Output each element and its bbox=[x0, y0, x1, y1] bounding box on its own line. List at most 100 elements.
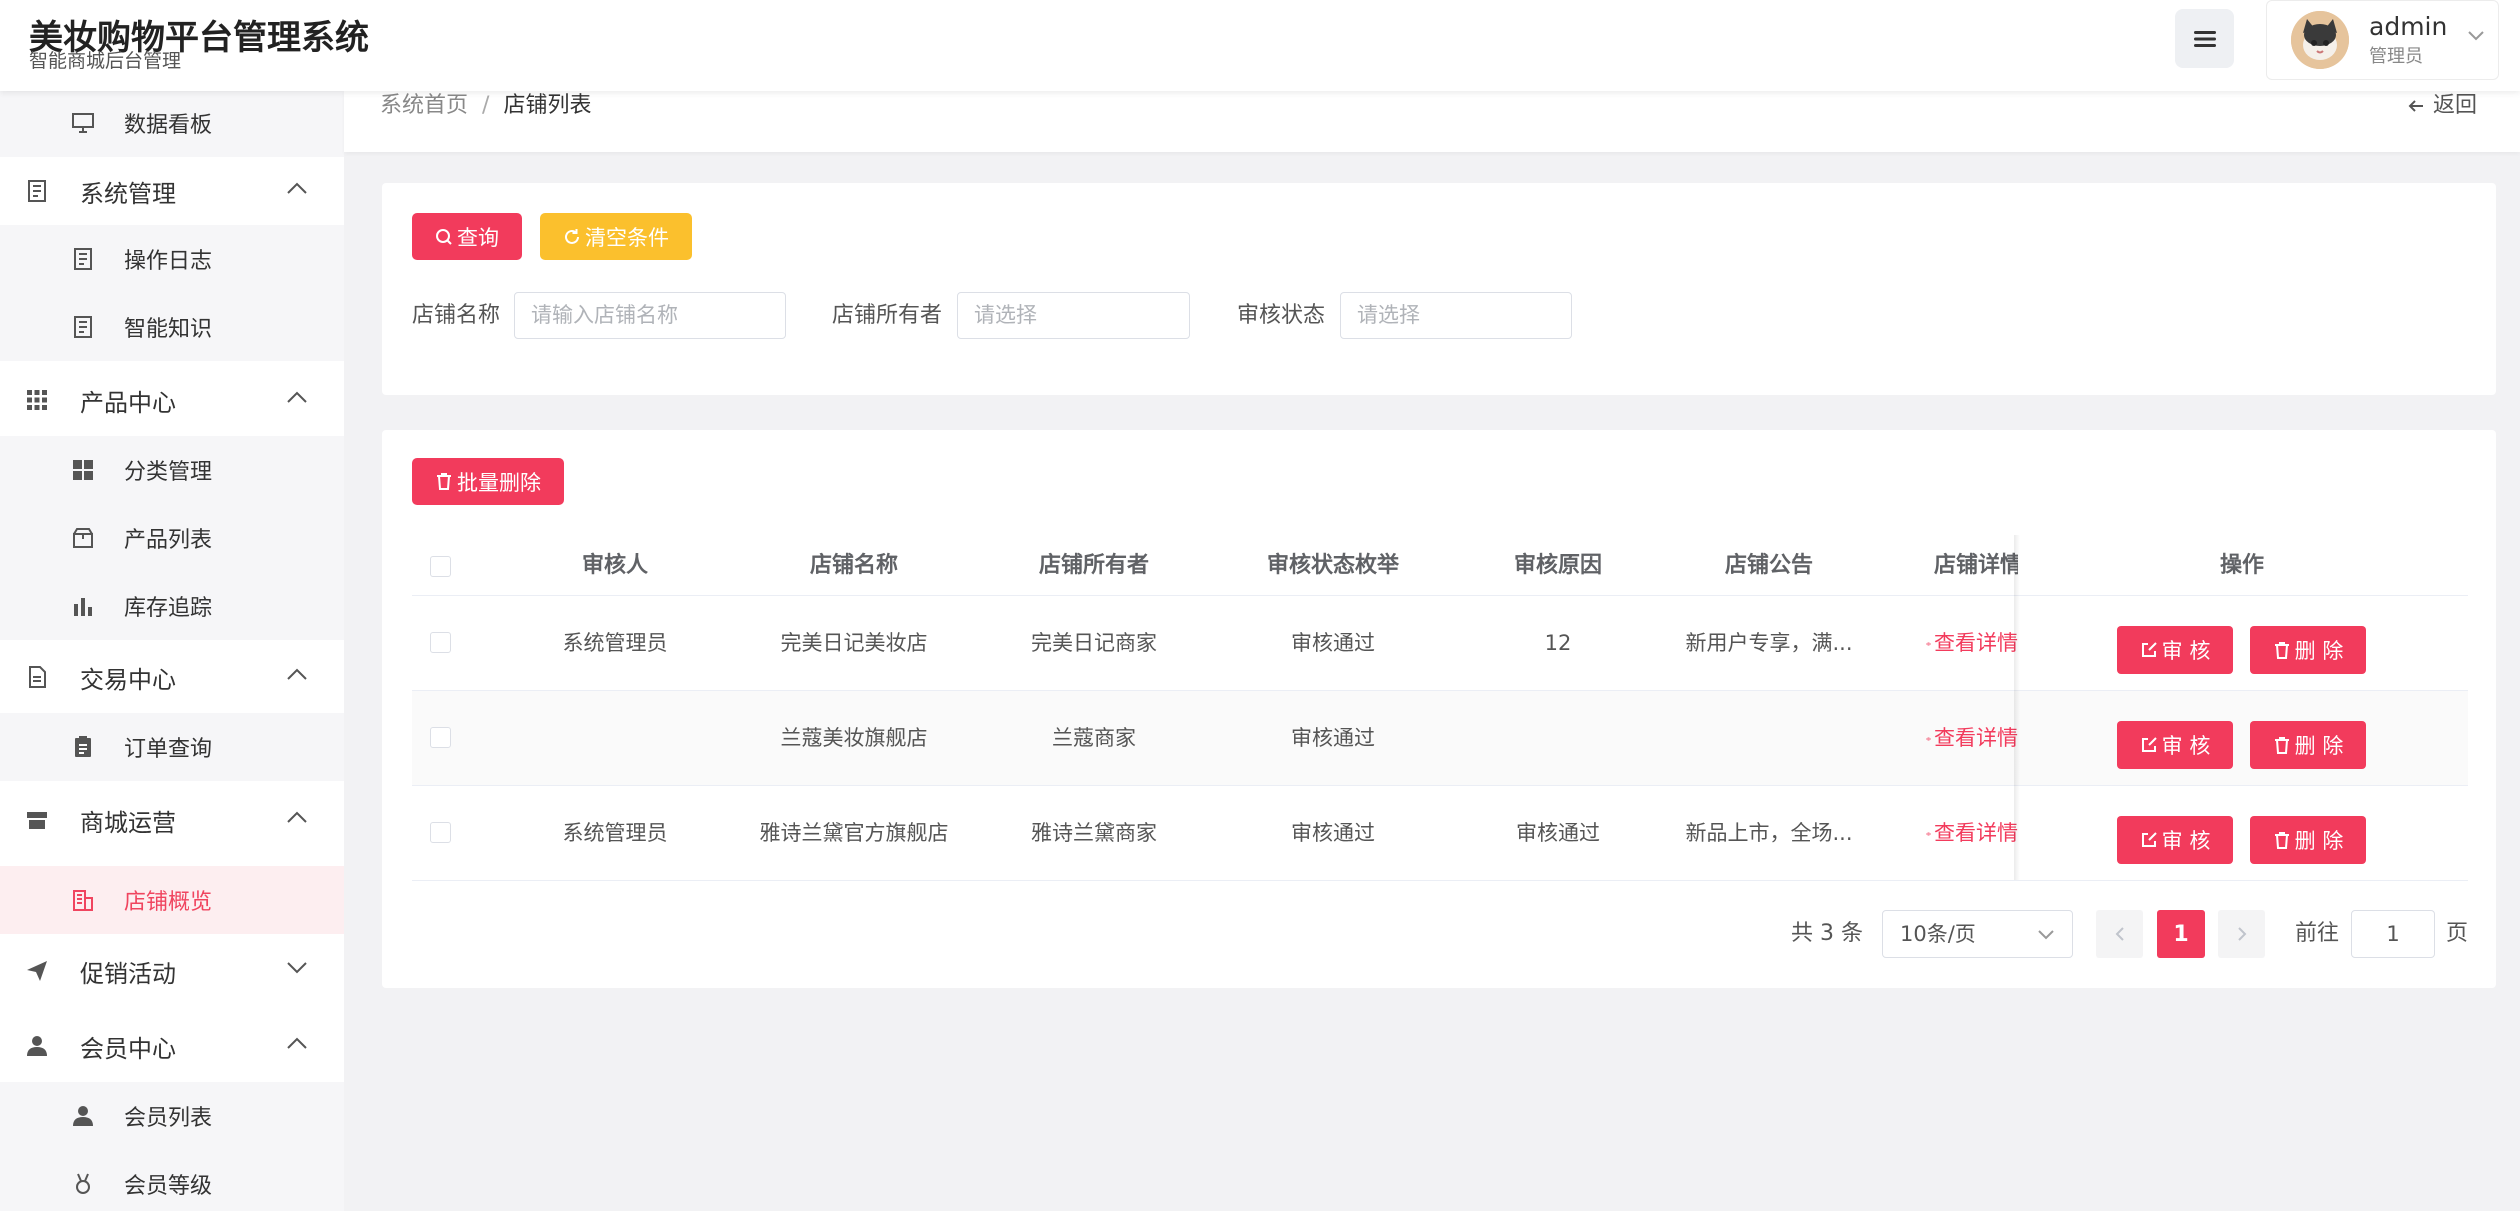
sidebar-group-label: 会员中心 bbox=[80, 1034, 176, 1063]
sidebar: 数据看板 系统管理 操作日志 智能知识 产品中心 分类管理 产品列表 库存追踪 … bbox=[0, 91, 344, 1211]
delete-button[interactable]: 删 除 bbox=[2250, 816, 2366, 864]
audit-label: 审 核 bbox=[2161, 829, 2211, 853]
sidebar-item-label: 店铺概览 bbox=[124, 890, 213, 915]
shop-name-label: 店铺名称 bbox=[412, 303, 501, 328]
sidebar-item-label: 数据看板 bbox=[124, 113, 213, 138]
sidebar-group-mall[interactable]: 商城运营 bbox=[0, 786, 344, 854]
row-checkbox[interactable] bbox=[430, 727, 451, 748]
category-icon bbox=[70, 457, 96, 483]
audit-button[interactable]: 审 核 bbox=[2117, 816, 2233, 864]
delete-button[interactable]: 删 除 bbox=[2250, 721, 2366, 769]
sidebar-group-member[interactable]: 会员中心 bbox=[0, 1012, 344, 1080]
sidebar-item-label: 会员列表 bbox=[124, 1106, 213, 1131]
sidebar-item-inventory[interactable]: 库存追踪 bbox=[0, 572, 344, 640]
view-detail-link[interactable]: 查看详情 bbox=[1926, 786, 2018, 881]
fixed-column-shadow bbox=[2014, 535, 2020, 880]
chevron-up-icon bbox=[287, 1037, 307, 1049]
query-button[interactable]: 查询 bbox=[412, 213, 522, 260]
page-number-current[interactable]: 1 bbox=[2157, 910, 2205, 958]
hamburger-icon bbox=[2193, 30, 2216, 47]
audit-label: 审 核 bbox=[2161, 734, 2211, 758]
document-icon bbox=[70, 314, 96, 340]
chevron-down-icon bbox=[287, 962, 307, 974]
view-detail-link[interactable]: 查看详情 bbox=[1926, 691, 2018, 786]
filter-card bbox=[382, 183, 2496, 395]
page-size-value: 10条/页 bbox=[1900, 922, 1976, 946]
store-icon bbox=[24, 807, 50, 833]
chevron-down-icon bbox=[2038, 930, 2054, 940]
sidebar-group-promo[interactable]: 促销活动 bbox=[0, 937, 344, 1005]
sidebar-item-label: 会员等级 bbox=[124, 1174, 213, 1199]
user-icon bbox=[24, 1033, 50, 1059]
select-all-checkbox[interactable] bbox=[430, 556, 451, 577]
chevron-left-icon bbox=[2115, 927, 2124, 941]
next-page-button[interactable] bbox=[2218, 910, 2265, 958]
clear-button[interactable]: 清空条件 bbox=[540, 213, 692, 260]
audit-label: 审 核 bbox=[2161, 639, 2211, 663]
sidebar-item-category[interactable]: 分类管理 bbox=[0, 436, 344, 504]
sidebar-item-data-board[interactable]: 数据看板 bbox=[0, 91, 344, 157]
batch-delete-button[interactable]: 批量删除 bbox=[412, 458, 564, 505]
sidebar-group-system[interactable]: 系统管理 bbox=[0, 157, 344, 225]
prev-page-button[interactable] bbox=[2096, 910, 2143, 958]
batch-delete-label: 批量删除 bbox=[457, 470, 541, 495]
sidebar-item-shop-overview[interactable]: 店铺概览 bbox=[0, 866, 344, 934]
cell-shop-name: 雅诗兰黛官方旗舰店 bbox=[759, 821, 949, 845]
user-icon bbox=[70, 1103, 96, 1129]
view-detail-link[interactable]: 查看详情 bbox=[1926, 596, 2018, 691]
pagination-total: 共 3 条 bbox=[1791, 921, 1863, 946]
avatar bbox=[2291, 11, 2349, 69]
cell-reason: 12 bbox=[1544, 631, 1572, 655]
breadcrumb-home[interactable]: 系统首页 bbox=[380, 93, 468, 118]
sidebar-item-operation-log[interactable]: 操作日志 bbox=[0, 225, 344, 293]
back-label: 返回 bbox=[2433, 93, 2478, 118]
audit-button[interactable]: 审 核 bbox=[2117, 626, 2233, 674]
sidebar-group-trade[interactable]: 交易中心 bbox=[0, 643, 344, 711]
audit-button[interactable]: 审 核 bbox=[2117, 721, 2233, 769]
document-icon bbox=[24, 178, 50, 204]
column-header-actions: 操作 bbox=[2219, 553, 2264, 578]
cell-shop-name: 兰蔻美妆旗舰店 bbox=[780, 726, 928, 750]
goto-label: 前往 bbox=[2295, 921, 2340, 946]
sidebar-item-smart-knowledge[interactable]: 智能知识 bbox=[0, 293, 344, 361]
status-select[interactable]: 请选择 bbox=[1340, 292, 1572, 339]
sidebar-group-product[interactable]: 产品中心 bbox=[0, 366, 344, 434]
chevron-down-icon bbox=[2468, 31, 2484, 41]
shop-name-input[interactable]: 请输入店铺名称 bbox=[514, 292, 786, 339]
page-suffix: 页 bbox=[2446, 921, 2469, 946]
chevron-up-icon bbox=[287, 182, 307, 194]
edit-icon bbox=[2141, 737, 2157, 752]
cell-reason: 审核通过 bbox=[1516, 821, 1600, 845]
menu-toggle-button[interactable] bbox=[2175, 9, 2234, 68]
goto-page-input[interactable]: 1 bbox=[2351, 910, 2435, 958]
owner-select[interactable]: 请选择 bbox=[957, 292, 1190, 339]
sidebar-group-label: 产品中心 bbox=[80, 388, 176, 417]
column-header-reviewer: 审核人 bbox=[581, 553, 648, 578]
sidebar-item-label: 操作日志 bbox=[124, 249, 213, 274]
breadcrumb: 系统首页 / 店铺列表 bbox=[380, 91, 591, 120]
user-menu[interactable]: admin 管理员 bbox=[2266, 0, 2499, 80]
breadcrumb-bar: 系统首页 / 店铺列表 返回 bbox=[344, 91, 2520, 152]
sidebar-item-product-list[interactable]: 产品列表 bbox=[0, 504, 344, 572]
eye-icon bbox=[1926, 737, 1931, 740]
cell-owner: 完美日记商家 bbox=[1031, 631, 1157, 655]
back-button[interactable]: 返回 bbox=[2407, 91, 2477, 120]
sidebar-item-member-list[interactable]: 会员列表 bbox=[0, 1082, 344, 1150]
sidebar-item-order-query[interactable]: 订单查询 bbox=[0, 713, 344, 781]
sidebar-item-member-level[interactable]: 会员等级 bbox=[0, 1150, 344, 1211]
delete-button[interactable]: 删 除 bbox=[2250, 626, 2366, 674]
presentation-icon bbox=[70, 110, 96, 136]
cell-owner: 兰蔻商家 bbox=[1052, 726, 1136, 750]
cell-notice: 新品上市，全场... bbox=[1685, 821, 1853, 845]
page-size-select[interactable]: 10条/页 bbox=[1882, 910, 2073, 958]
app-subtitle: 智能商城后台管理 bbox=[29, 50, 182, 72]
eye-icon bbox=[1926, 832, 1931, 835]
sidebar-item-label: 智能知识 bbox=[124, 317, 213, 342]
row-checkbox[interactable] bbox=[430, 822, 451, 843]
cell-status: 审核通过 bbox=[1291, 821, 1375, 845]
row-checkbox[interactable] bbox=[430, 632, 451, 653]
user-role: 管理员 bbox=[2369, 46, 2423, 67]
chevron-right-icon bbox=[2237, 927, 2246, 941]
cell-status: 审核通过 bbox=[1291, 726, 1375, 750]
sidebar-item-label: 产品列表 bbox=[124, 528, 213, 553]
